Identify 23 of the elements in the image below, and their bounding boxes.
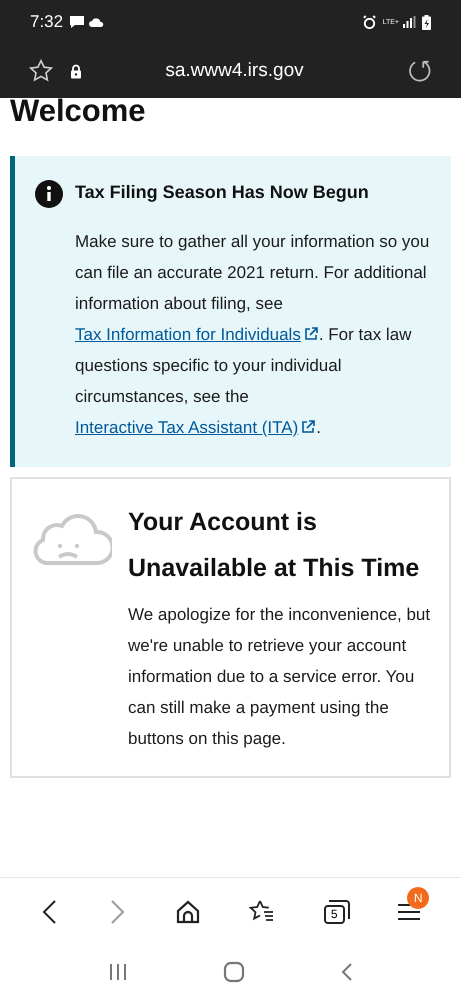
clock: 7:32 xyxy=(30,11,64,34)
alert-title: Tax Filing Season Has Now Begun xyxy=(75,181,370,204)
reload-icon[interactable] xyxy=(407,58,433,84)
notice-title: Your Account is Unavailable at This Time xyxy=(128,507,420,584)
alert-message: Make sure to gather all your information so you can file an accurate 2021 return. For additional information about filing, see Tax Information for Individuals . For tax law questions specific to your individual circumstances, see the Interactive Tax Assistant (ITA) . xyxy=(75,231,430,439)
info-icon xyxy=(35,180,63,208)
home-icon[interactable] xyxy=(174,898,201,924)
battery-icon xyxy=(422,14,431,30)
page-heading: Welcome xyxy=(10,98,147,126)
lock-icon xyxy=(70,64,82,78)
message-icon xyxy=(69,15,86,29)
signal-icon xyxy=(403,16,416,28)
alarm-icon xyxy=(362,14,377,30)
external-link-icon xyxy=(302,326,319,342)
url-text[interactable]: sa.www4.irs.gov xyxy=(82,56,407,86)
recents-icon[interactable] xyxy=(108,963,128,981)
help-link[interactable]: Interactive Tax Assistant (ITA) xyxy=(75,418,316,437)
notification-badge: N xyxy=(407,886,430,908)
help-link[interactable]: Tax Information for Individuals xyxy=(75,325,319,344)
external-link-icon xyxy=(300,419,316,435)
notice-message: We apologize for the inconvenience, but we're unable to retrieve your account information due to a service error. You can still make a payment using the buttons on this page. xyxy=(128,604,432,750)
star-icon[interactable] xyxy=(28,58,54,84)
cloud-icon xyxy=(89,17,104,27)
